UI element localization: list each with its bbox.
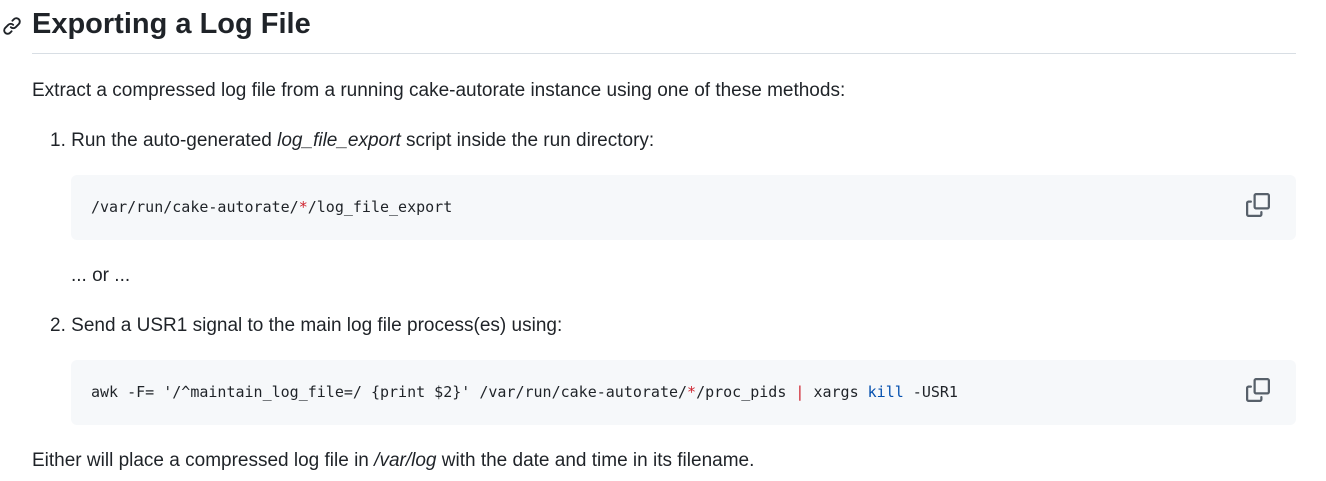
separator-text: ... or ... xyxy=(71,265,131,286)
heading-divider xyxy=(32,53,1296,54)
code-text: xargs xyxy=(804,383,868,401)
page-title: Exporting a Log File xyxy=(32,8,311,40)
code-text: /log_file_export xyxy=(307,198,453,216)
list-item-2: 2. Send a USR1 signal to the main log fi… xyxy=(50,312,562,341)
log-path: /var/log xyxy=(374,450,437,471)
code-text: awk -F= '/^maintain_log_file=/ {print $2… xyxy=(91,383,688,401)
list-item-text: script inside the run directory: xyxy=(400,130,655,151)
list-item-number: 1. xyxy=(50,130,66,151)
outro-text: Either will place a compressed log file … xyxy=(32,450,375,471)
code-snippet[interactable]: /var/run/cake-autorate/*/log_file_export xyxy=(91,196,452,218)
code-glob: * xyxy=(298,198,308,216)
list-item-text: Run the auto-generated xyxy=(71,130,278,151)
code-glob: * xyxy=(687,383,697,401)
list-item-1: 1. Run the auto-generated log_file_expor… xyxy=(50,127,654,156)
link-icon[interactable] xyxy=(2,16,22,36)
intro-paragraph: Extract a compressed log file from a run… xyxy=(32,80,846,101)
code-text: /proc_pids xyxy=(696,383,796,401)
code-text: /var/run/cake-autorate/ xyxy=(91,198,299,216)
copy-icon[interactable] xyxy=(1246,378,1270,402)
code-snippet[interactable]: awk -F= '/^maintain_log_file=/ {print $2… xyxy=(91,381,958,403)
code-builtin: kill xyxy=(867,383,904,401)
code-text: -USR1 xyxy=(903,383,958,401)
outro-text: with the date and time in its filename. xyxy=(436,450,755,471)
list-item-number: 2. xyxy=(50,315,66,336)
script-name: log_file_export xyxy=(277,130,401,151)
outro-paragraph: Either will place a compressed log file … xyxy=(32,447,754,476)
code-block-signal: awk -F= '/^maintain_log_file=/ {print $2… xyxy=(71,360,1296,425)
code-block-export: /var/run/cake-autorate/*/log_file_export xyxy=(71,175,1296,240)
list-item-text: Send a USR1 signal to the main log file … xyxy=(71,315,563,336)
copy-icon[interactable] xyxy=(1246,193,1270,217)
